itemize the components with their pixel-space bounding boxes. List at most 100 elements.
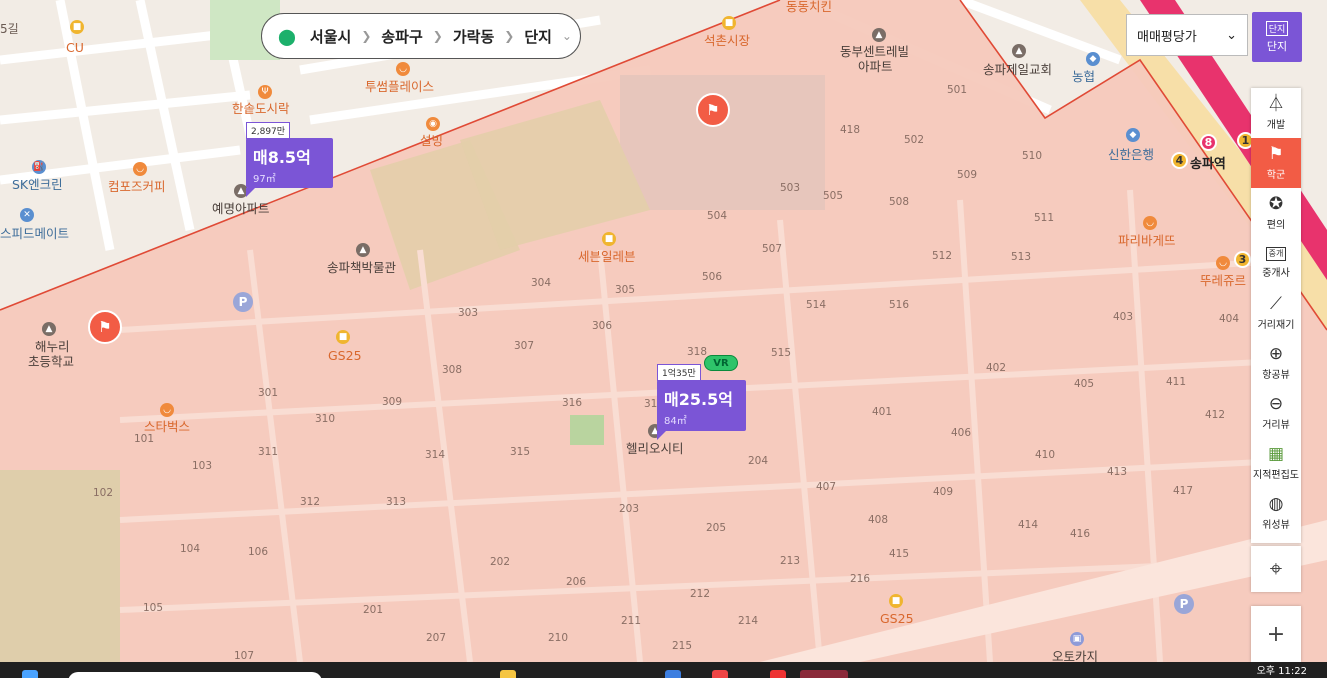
place-gs25-west[interactable]: GS25 [328,348,362,363]
block-number: 311 [258,446,279,458]
complex-toggle-button[interactable]: 단지 단지 [1252,12,1302,62]
block-number: 418 [840,124,861,136]
tool-ruler[interactable]: ⟋ 거리재기 [1251,288,1301,338]
block-number: 406 [951,427,972,439]
price-marker-yemyeong[interactable]: 2,897만 매8.5억 97㎡ [246,122,333,197]
place-autocar[interactable]: 오토카지 [1052,649,1098,662]
place-tous[interactable]: 뚜레쥬르 [1200,273,1246,288]
subway-line-8-icon[interactable]: 8 [1200,134,1217,151]
cafe-icon[interactable]: ◡ [160,403,174,417]
vr-badge-icon[interactable]: VR [704,355,738,371]
place-seokchon-market[interactable]: 석촌시장 [704,33,750,48]
parking-icon[interactable]: P [1174,594,1194,614]
place-sk[interactable]: SK엔크린 [12,177,63,192]
place-helio-city[interactable]: 헬리오시티 [626,441,684,456]
place-paris-baguette[interactable]: 파리바게뜨 [1118,233,1176,248]
subway-exit-3-icon[interactable]: 3 [1234,251,1251,268]
zoom-in-button[interactable]: + [1251,606,1301,662]
tool-satellite[interactable]: ◍ 위성뷰 [1251,488,1301,538]
car-service-icon[interactable]: ✕ [20,208,34,222]
map-canvas[interactable]: ⬤ 서울시 ❯ 송파구 ❯ 가락동 ❯ 단지 ⌄ ■ CU 5길 Ψ 한솥도시락… [0,0,1327,662]
cafe-icon[interactable]: ◡ [133,162,147,176]
aerial-view-icon: ⊕ [1268,344,1284,364]
subway-line-4-icon[interactable]: 4 [1171,152,1188,169]
cafe-icon[interactable]: ◡ [396,62,410,76]
restaurant-icon[interactable]: Ψ [258,85,272,99]
tool-school-district[interactable]: ⚑ 학군 [1251,138,1301,188]
price-marker-helio[interactable]: 1억35만 매25.5억 84㎡ [657,364,746,440]
place-dongbu-2[interactable]: 아파트 [858,59,893,74]
tool-aerial-view[interactable]: ⊕ 항공뷰 [1251,338,1301,388]
block-number: 307 [514,340,535,352]
museum-icon[interactable]: ▲ [356,243,370,257]
place-seven-eleven[interactable]: 세븐일레븐 [578,249,636,264]
tool-development[interactable]: ⏃ 개발 [1251,88,1301,138]
breadcrumb-complex[interactable]: 단지 [514,26,562,47]
taskbar-clock: 오후 11:22 [1256,666,1307,677]
place-dongbu-1[interactable]: 동부센트레빌 [840,44,909,59]
breadcrumb-dong[interactable]: 가락동 [443,26,504,47]
place-songpa-museum[interactable]: 송파책박물관 [327,260,396,275]
place-church[interactable]: 송파제일교회 [983,62,1052,77]
bank-icon[interactable]: ◆ [1086,52,1100,66]
block-number: 503 [780,182,801,194]
place-haenuri-2[interactable]: 초등학교 [28,354,74,369]
school-building-icon[interactable]: ▲ [42,322,56,336]
block-number: 205 [706,522,727,534]
my-location-button[interactable]: ⌖ [1251,546,1301,592]
tool-street-view[interactable]: ⊖ 거리뷰 [1251,388,1301,438]
block-number: 313 [386,496,407,508]
bank-icon[interactable]: ◆ [1126,128,1140,142]
gas-station-icon[interactable]: ⛽ [32,160,46,174]
convenience-store-icon[interactable]: ■ [336,330,350,344]
place-haenuri-1[interactable]: 해누리 [35,339,70,354]
convenience-store-icon[interactable]: ■ [602,232,616,246]
dessert-icon[interactable]: ◉ [426,117,440,131]
price-type-select[interactable]: 매매평당가 ⌄ [1126,14,1248,56]
file-explorer-icon[interactable] [500,670,516,678]
place-songpa-station[interactable]: 송파역 [1190,157,1226,173]
breadcrumb-district[interactable]: 송파구 [371,26,432,47]
parking-icon[interactable]: P [233,292,253,312]
block-number: 508 [889,196,910,208]
place-nonghyup[interactable]: 농협 [1072,69,1095,84]
location-breadcrumb[interactable]: ⬤ 서울시 ❯ 송파구 ❯ 가락동 ❯ 단지 ⌄ [261,13,581,59]
market-icon[interactable]: ■ [722,16,736,30]
place-hansot[interactable]: 한솥도시락 [232,101,290,116]
complex-toggle-label: 단지 [1266,39,1288,53]
bakery-icon[interactable]: ◡ [1143,216,1157,230]
car-dealer-icon[interactable]: ▣ [1070,632,1084,646]
convenience-store-icon[interactable]: ■ [70,20,84,34]
convenience-store-icon[interactable]: ■ [889,594,903,608]
block-number: 407 [816,481,837,493]
tool-convenience[interactable]: ✪ 편의 [1251,188,1301,238]
breadcrumb-city[interactable]: 서울시 [300,26,361,47]
active-window-icon[interactable] [800,670,848,678]
place-tuscim[interactable]: 투썸플레이스 [365,79,434,94]
place-seolbing[interactable]: 설빙 [420,133,443,148]
app-icon[interactable] [712,670,728,678]
tool-agent[interactable]: 중개 중개사 [1251,238,1301,288]
block-number: 303 [458,307,479,319]
app-icon[interactable] [665,670,681,678]
bakery-icon[interactable]: ◡ [1216,256,1230,270]
place-compose[interactable]: 컴포즈커피 [108,179,166,194]
taskbar-search[interactable] [68,672,322,678]
windows-start-icon[interactable] [22,670,38,678]
block-number: 410 [1035,449,1056,461]
block-number: 212 [690,588,711,600]
place-speedmate[interactable]: 스피드메이트 [0,226,69,241]
place-gs25-east[interactable]: GS25 [880,611,914,626]
block-number: 102 [93,487,114,499]
school-marker-icon[interactable]: ⚑ [88,310,122,344]
tool-cadastral[interactable]: ▦ 지적편집도 [1251,438,1301,488]
place-shinhan[interactable]: 신한은행 [1108,147,1154,162]
app-icon[interactable] [770,670,786,678]
place-cu[interactable]: CU [66,40,84,55]
place-yemyeong[interactable]: 예명아파트 [212,201,270,216]
school-marker-icon[interactable]: ⚑ [696,93,730,127]
price-text: 매25.5억 [664,390,733,409]
apartment-icon[interactable]: ▲ [872,28,886,42]
church-icon[interactable]: ▲ [1012,44,1026,58]
place-dongdong[interactable]: 동동치킨 [786,0,832,14]
